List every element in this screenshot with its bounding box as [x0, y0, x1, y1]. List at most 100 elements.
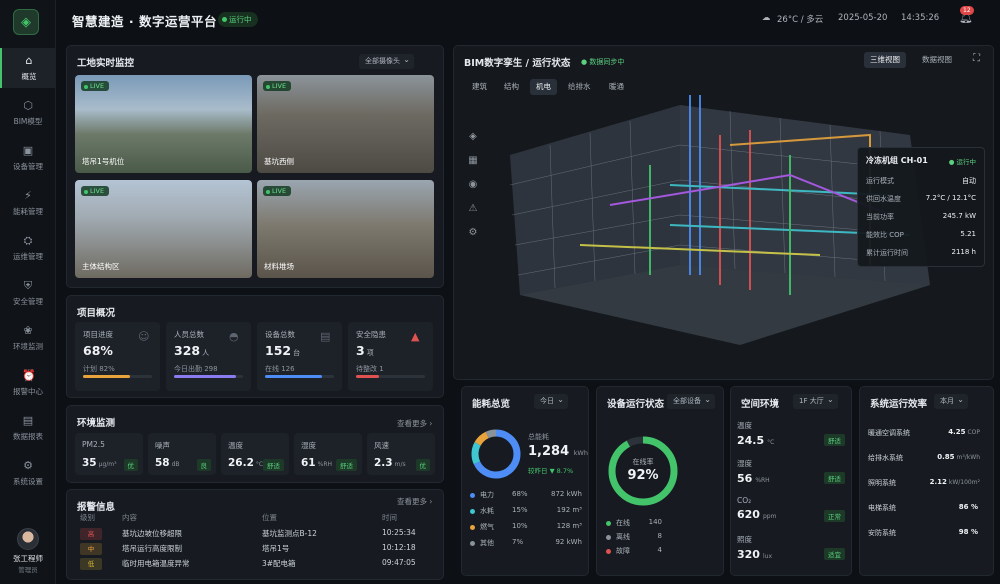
- progress-fill: [356, 375, 379, 378]
- efficiency-row: 给排水系统 0.85 m³/kWh: [868, 453, 980, 465]
- space-filter-select[interactable]: 1F 大厅: [793, 392, 838, 409]
- nav-item-5[interactable]: ⛨ 安全管理: [0, 273, 56, 313]
- device-filter-select[interactable]: 全部设备: [667, 392, 715, 409]
- camera-icon[interactable]: ◉: [464, 176, 482, 194]
- nav-item-7[interactable]: ⏰ 报警中心: [0, 363, 56, 403]
- nav-item-2[interactable]: ▣ 设备管理: [0, 138, 56, 178]
- view-toggle-1[interactable]: 数据视图: [916, 52, 958, 68]
- project-card-3[interactable]: 安全隐患 3 项待整改 1 ▲: [348, 322, 433, 391]
- env-card-2[interactable]: 温度 26.2 °C 舒适: [221, 433, 289, 475]
- progress-bar: [174, 375, 243, 378]
- alarm-row[interactable]: 高 基坑边坡位移超限 基坑监测点B-12 10:25:34: [70, 526, 438, 541]
- app-logo[interactable]: ◈: [13, 9, 39, 35]
- space-unit: %RH: [755, 477, 770, 484]
- chiller-key: 当前功率: [866, 213, 894, 221]
- camera-feed-2[interactable]: LIVE 基坑西侧: [257, 75, 434, 173]
- chiller-value: 5.21: [960, 230, 976, 238]
- nav-item-9[interactable]: ⚙ 系统设置: [0, 453, 56, 493]
- nav-label: 报警中心: [13, 386, 43, 396]
- camera-feed-4[interactable]: LIVE 材料堆场: [257, 180, 434, 278]
- chiller-row: 供回水温度 7.2°C / 12.1°C: [866, 194, 976, 206]
- view-toggle-0[interactable]: 三维视图: [864, 52, 906, 68]
- grid-icon[interactable]: ▦: [464, 152, 482, 170]
- env-tag: 优: [123, 459, 138, 471]
- energy-total-label: 总能耗: [528, 433, 549, 441]
- space-tag: 正常: [824, 510, 845, 522]
- space-label: 照度: [737, 535, 752, 544]
- camera-feed-1[interactable]: LIVE 塔吊1号机位: [75, 75, 252, 173]
- efficiency-period-select[interactable]: 本月: [934, 392, 968, 409]
- alarm-location: 塔吊1号: [262, 544, 290, 553]
- alarm-row[interactable]: 中 塔吊运行高度限制 塔吊1号 10:12:18: [70, 541, 438, 556]
- chiller-status-text: 运行中: [956, 158, 977, 166]
- space-env-item: 湿度 56 %RH 舒适: [737, 458, 845, 488]
- env-more-link[interactable]: 查看更多 ›: [397, 418, 432, 429]
- energy-donut: [471, 429, 521, 479]
- env-card-4[interactable]: 风速 2.3 m/s 优: [367, 433, 435, 475]
- warning-icon[interactable]: ⚠: [464, 200, 482, 218]
- nav-item-4[interactable]: ⛭ 运维管理: [0, 228, 56, 268]
- energy-total-number: 1,284: [528, 444, 570, 459]
- efficiency-number: 2.12: [929, 478, 947, 486]
- camera-filter-select[interactable]: 全部摄像头: [359, 52, 414, 69]
- progress-fill: [174, 375, 237, 378]
- project-card-1[interactable]: 人员总数 328 人今日出勤 298 ◓: [166, 322, 251, 391]
- chiller-row: 当前功率 245.7 kW: [866, 212, 976, 224]
- nav-item-1[interactable]: ⬡ BIM模型: [0, 93, 56, 133]
- efficiency-number: 86 %: [958, 503, 978, 511]
- panel-title: 报警信息: [77, 502, 116, 513]
- energy-compare: 较昨日 ▼ 8.7%: [528, 467, 574, 475]
- nav-item-8[interactable]: ▤ 数据报表: [0, 408, 56, 448]
- user-role: 管理员: [18, 566, 38, 574]
- layers-icon[interactable]: ◈: [464, 128, 482, 146]
- alarm-col-header: 级别: [80, 513, 95, 522]
- legend-name: 水耗: [480, 507, 494, 515]
- nav-item-0[interactable]: ⌂ 概览: [0, 48, 56, 88]
- space-tag: 舒适: [824, 434, 845, 446]
- env-unit: dB: [171, 461, 180, 468]
- nav-label: 环境监测: [13, 341, 43, 351]
- card-label: 设备总数: [265, 330, 295, 339]
- nav-label: 安全管理: [13, 296, 43, 306]
- env-value: 2.3 m/s: [374, 457, 406, 469]
- cloud-icon: ☁: [762, 13, 771, 23]
- alarm-row[interactable]: 低 临时用电箱温度异常 3#配电箱 09:47:05: [70, 556, 438, 571]
- env-unit: %RH: [317, 461, 333, 468]
- space-number: 56: [737, 472, 753, 485]
- alarm-col-header: 时间: [382, 513, 397, 522]
- nav-item-6[interactable]: ❀ 环境监测: [0, 318, 56, 358]
- env-tag: 舒适: [263, 459, 284, 471]
- user-profile[interactable]: 张工程师 管理员: [0, 528, 56, 574]
- panel-title: BIM数字孪生 / 运行状态: [464, 58, 571, 69]
- env-value: 58 dB: [155, 457, 180, 469]
- env-card-0[interactable]: PM2.5 35 μg/m³ 优: [75, 433, 143, 475]
- alarm-content: 临时用电箱温度异常: [122, 559, 190, 568]
- camera-feed-3[interactable]: LIVE 主体结构区: [75, 180, 252, 278]
- env-card-3[interactable]: 湿度 61 %RH 舒适: [294, 433, 362, 475]
- date-text: 2025-05-20: [838, 13, 888, 23]
- space-unit: ppm: [762, 513, 777, 520]
- legend-dot: [606, 548, 611, 554]
- env-card-1[interactable]: 噪声 58 dB 良: [148, 433, 216, 475]
- efficiency-row: 电梯系统 86 %: [868, 503, 980, 515]
- legend-pct: 7%: [512, 538, 524, 546]
- space-label: 湿度: [737, 459, 752, 468]
- camera-label: 主体结构区: [82, 262, 120, 271]
- camera-label: 基坑西侧: [264, 157, 294, 166]
- project-card-0[interactable]: 项目进度 68% 计划 82% ☺: [75, 322, 160, 391]
- shield-icon: ⛨: [23, 278, 33, 292]
- alarm-location: 基坑监测点B-12: [262, 529, 317, 538]
- bim-tab-0[interactable]: 建筑: [466, 79, 493, 95]
- alarm-more-link[interactable]: 查看更多 ›: [397, 496, 432, 507]
- chiller-key: 供回水温度: [866, 195, 901, 203]
- progress-fill: [83, 375, 130, 378]
- chiller-value: 245.7 kW: [942, 212, 976, 220]
- alarm-content: 基坑边坡位移超限: [122, 529, 182, 538]
- alarm-level-badge: 高: [80, 528, 102, 540]
- energy-period-select[interactable]: 今日: [534, 392, 568, 409]
- nav-item-3[interactable]: ⚡ 能耗管理: [0, 183, 56, 223]
- fullscreen-icon[interactable]: ⛶: [973, 53, 980, 64]
- card-sub: 今日出勤 298: [174, 365, 218, 373]
- settings-icon[interactable]: ⚙: [464, 224, 482, 242]
- project-card-2[interactable]: 设备总数 152 台在线 126 ▤: [257, 322, 342, 391]
